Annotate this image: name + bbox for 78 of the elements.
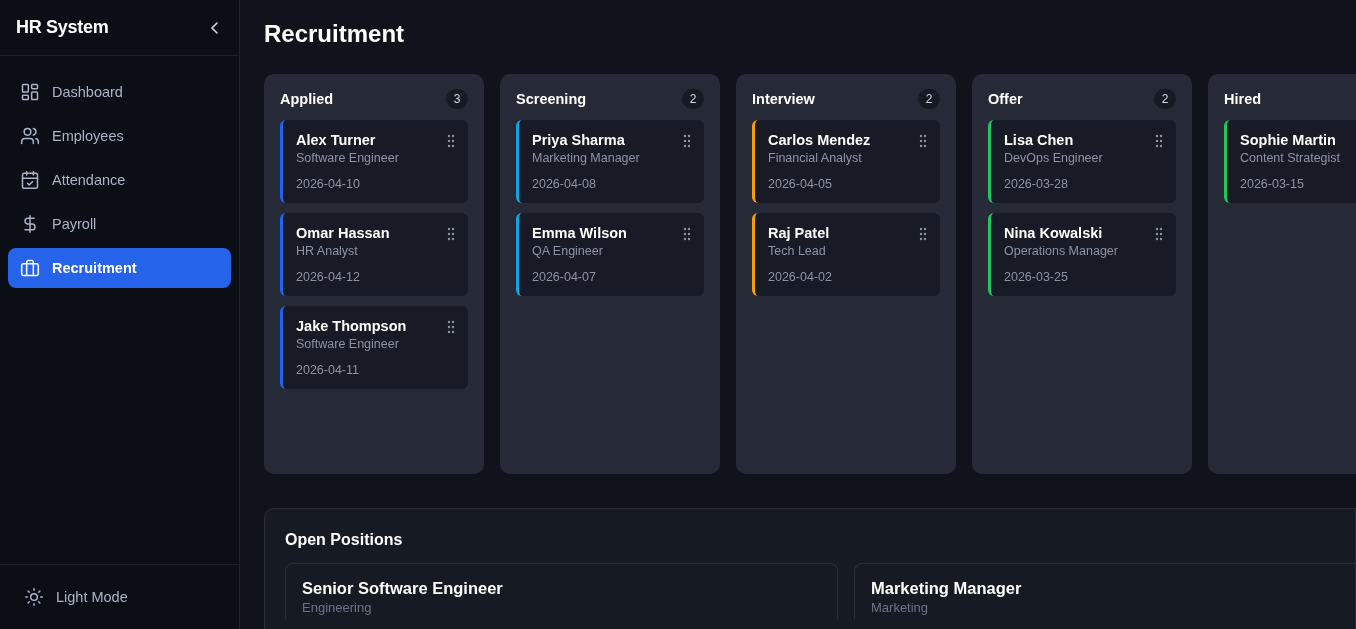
candidate-date: 2026-04-08 — [532, 177, 597, 191]
drag-handle-icon[interactable] — [918, 134, 928, 148]
candidate-card[interactable]: Alex Turner Software Engineer 2026-04-10 — [280, 120, 468, 203]
count-badge: 3 — [446, 89, 468, 109]
sun-icon — [24, 587, 44, 607]
candidate-date: 2026-04-11 — [296, 363, 360, 377]
drag-handle-icon[interactable] — [446, 320, 456, 334]
candidate-card[interactable]: Sophie Martin Content Strategist 2026-03-15 — [1224, 120, 1356, 203]
position-department: Engineering — [302, 600, 373, 615]
position-card[interactable]: Marketing Manager Marketing — [854, 563, 1356, 619]
calendar-check-icon — [20, 170, 40, 190]
drag-handle-icon[interactable] — [1154, 134, 1164, 148]
candidate-date: 2026-04-10 — [296, 177, 361, 191]
candidate-name: Nina Kowalski — [1004, 225, 1104, 241]
column-title: Hired — [1224, 91, 1262, 107]
app-title: HR System — [16, 17, 109, 38]
drag-handle-icon[interactable] — [446, 134, 456, 148]
sidebar-item[interactable]: Employees — [8, 116, 231, 156]
candidate-role: Tech Lead — [768, 244, 827, 258]
sidebar-item[interactable]: Attendance — [8, 160, 231, 200]
candidate-date: 2026-04-02 — [768, 270, 832, 284]
candidate-date: 2026-04-07 — [532, 270, 597, 284]
candidate-role: Operations Manager — [1004, 244, 1118, 258]
section-title: Open Positions — [285, 531, 404, 549]
drag-handle-icon[interactable] — [918, 227, 928, 241]
candidate-card[interactable]: Carlos Mendez Financial Analyst 2026-04-05 — [752, 120, 940, 203]
people-icon — [20, 126, 40, 146]
candidate-role: Software Engineer — [296, 337, 400, 351]
column-title: Applied — [280, 91, 334, 107]
drag-handle-icon[interactable] — [446, 227, 456, 241]
count-badge: 2 — [682, 89, 704, 109]
candidate-name: Raj Patel — [768, 225, 831, 241]
position-title: Marketing Manager — [871, 579, 1023, 598]
candidate-name: Jake Thompson — [296, 318, 407, 334]
count-badge: 2 — [1154, 89, 1176, 109]
sidebar-item[interactable]: Recruitment — [8, 248, 231, 288]
count-badge: 2 — [918, 89, 940, 109]
drag-handle-icon[interactable] — [1154, 227, 1164, 241]
candidate-role: HR Analyst — [296, 244, 359, 258]
column-title: Offer — [988, 91, 1023, 107]
sidebar-item[interactable]: Dashboard — [8, 72, 231, 112]
candidate-card[interactable]: Nina Kowalski Operations Manager 2026-03-25 — [988, 213, 1176, 296]
column-title: Interview — [752, 91, 815, 107]
theme-toggle[interactable]: Light Mode — [24, 583, 128, 611]
candidate-name: Priya Sharma — [532, 132, 626, 148]
candidate-name: Emma Wilson — [532, 225, 627, 241]
candidate-card[interactable]: Priya Sharma Marketing Manager 2026-04-08 — [516, 120, 704, 203]
drag-handle-icon[interactable] — [682, 134, 692, 148]
candidate-role: DevOps Engineer — [1004, 151, 1103, 165]
page-title: Recruitment — [264, 20, 406, 48]
position-card[interactable]: Senior Software Engineer Engineering — [285, 563, 838, 619]
candidate-name: Sophie Martin — [1240, 132, 1337, 148]
dashboard-icon — [20, 82, 40, 102]
candidate-role: Marketing Manager — [532, 151, 640, 165]
candidate-role: Content Strategist — [1240, 151, 1341, 165]
candidate-date: 2026-03-28 — [1004, 177, 1069, 191]
position-department: Marketing — [871, 600, 930, 615]
briefcase-icon — [20, 258, 40, 278]
position-title: Senior Software Engineer — [302, 579, 504, 598]
candidate-role: QA Engineer — [532, 244, 604, 258]
candidate-name: Carlos Mendez — [768, 132, 871, 148]
candidate-date: 2026-04-12 — [296, 270, 361, 284]
candidate-card[interactable]: Jake Thompson Software Engineer 2026-04-11 — [280, 306, 468, 389]
candidate-card[interactable]: Raj Patel Tech Lead 2026-04-02 — [752, 213, 940, 296]
candidate-date: 2026-04-05 — [768, 177, 833, 191]
candidate-role: Software Engineer — [296, 151, 399, 165]
candidate-date: 2026-03-15 — [1240, 177, 1305, 191]
column-title: Screening — [516, 91, 587, 107]
candidate-name: Omar Hassan — [296, 225, 390, 241]
candidate-card[interactable]: Omar Hassan HR Analyst 2026-04-12 — [280, 213, 468, 296]
sidebar-item[interactable]: Payroll — [8, 204, 231, 244]
candidate-date: 2026-03-25 — [1004, 270, 1069, 284]
candidate-name: Lisa Chen — [1004, 132, 1075, 148]
candidate-card[interactable]: Lisa Chen DevOps Engineer 2026-03-28 — [988, 120, 1176, 203]
candidate-card[interactable]: Emma Wilson QA Engineer 2026-04-07 — [516, 213, 704, 296]
drag-handle-icon[interactable] — [682, 227, 692, 241]
candidate-role: Financial Analyst — [768, 151, 863, 165]
candidate-name: Alex Turner — [296, 132, 377, 148]
